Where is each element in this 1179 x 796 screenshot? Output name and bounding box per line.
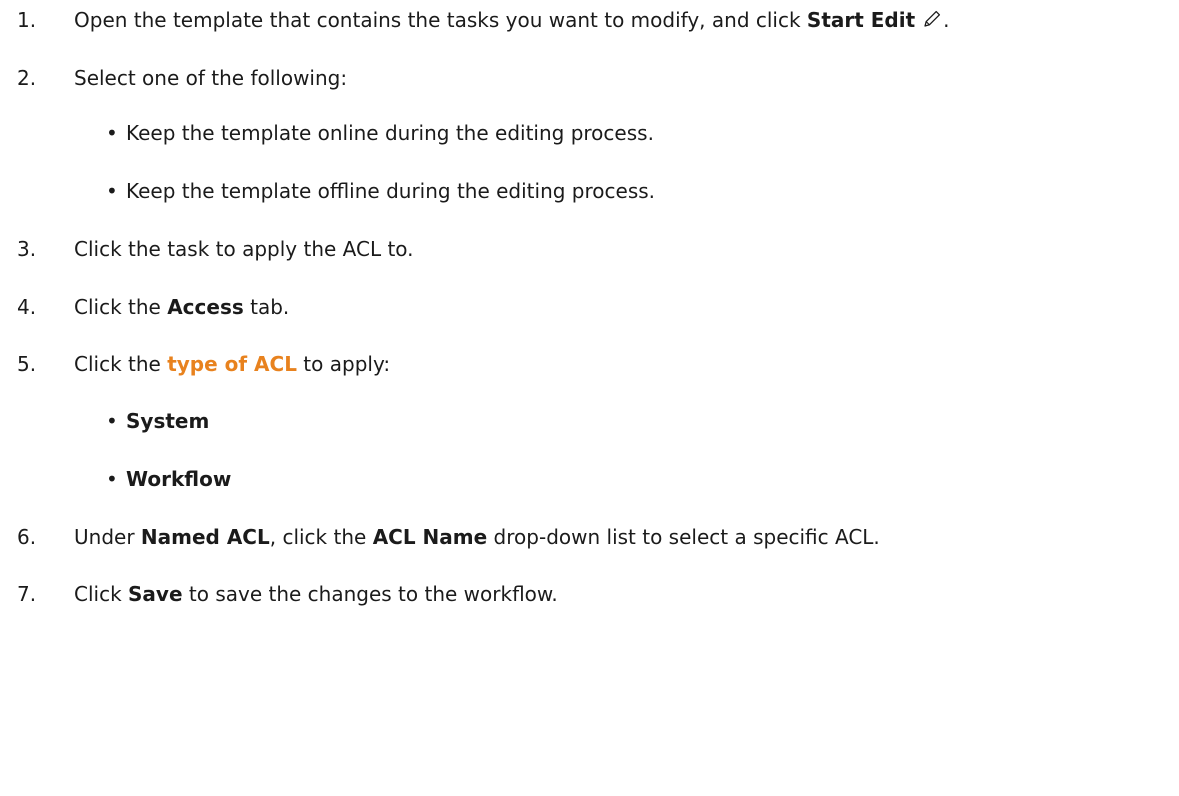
- pencil-icon: [921, 8, 943, 30]
- start-edit-label: Start Edit: [806, 8, 916, 32]
- step-number: 4.: [17, 295, 37, 319]
- step-text: Click the task to apply the ACL to.: [74, 237, 414, 261]
- procedure-steps: 1. Open the template that contains the t…: [0, 0, 1179, 796]
- step-number: 2.: [17, 66, 37, 90]
- acl-name-label: ACL Name: [372, 525, 488, 549]
- option-item: • System: [106, 409, 210, 433]
- option-item: • Keep the template online during the edi…: [106, 121, 654, 145]
- step-text: Open the template that contains the task…: [74, 8, 950, 32]
- step-number: 3.: [17, 237, 37, 261]
- step-number: 5.: [17, 352, 37, 376]
- option-item: • Keep the template offline during the ed…: [106, 179, 656, 203]
- step-text: Click Save to save the changes to the wo…: [74, 582, 558, 606]
- step-number: 6.: [17, 525, 37, 549]
- access-tab-label: Access: [167, 295, 244, 319]
- option-item: • Workflow: [106, 467, 232, 491]
- step-text: Select one of the following:: [74, 66, 348, 90]
- step-text: Click the type of ACL to apply:: [74, 352, 391, 376]
- step-number: 1.: [17, 8, 37, 32]
- type-of-acl-link[interactable]: type of ACL: [167, 352, 297, 376]
- named-acl-label: Named ACL: [140, 525, 270, 549]
- step-text: Under Named ACL, click the ACL Name drop…: [74, 525, 880, 549]
- save-label: Save: [128, 582, 183, 606]
- step-text: Click the Access tab.: [74, 295, 290, 319]
- step-number: 7.: [17, 582, 37, 606]
